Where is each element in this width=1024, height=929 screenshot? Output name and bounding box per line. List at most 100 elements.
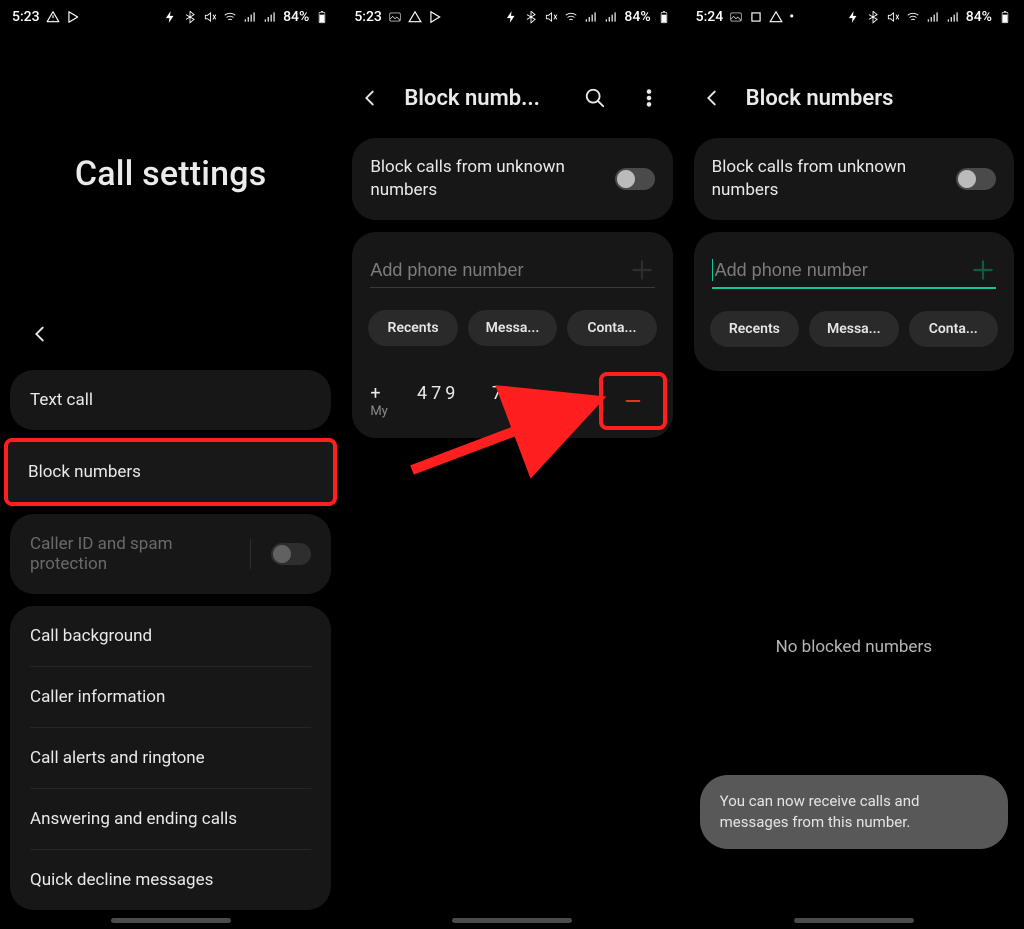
signal-icon-2 xyxy=(604,10,618,24)
bluetooth-icon xyxy=(866,10,880,24)
bluetooth-icon xyxy=(183,10,197,24)
section-block-unknown: Block calls from unknown numbers xyxy=(352,138,672,220)
pill-messages[interactable]: Messa... xyxy=(468,310,557,346)
item-label: Block calls from unknown numbers xyxy=(712,156,932,202)
status-bar: 5:23 84% xyxy=(342,0,682,34)
chevron-left-icon xyxy=(29,323,51,345)
toggle-caller-id-spam[interactable] xyxy=(271,543,311,565)
item-block-numbers-highlight: Block numbers xyxy=(8,442,333,502)
item-label: Call background xyxy=(30,626,152,646)
square-icon xyxy=(749,10,763,24)
item-label: Quick decline messages xyxy=(30,870,213,890)
page-title: Call settings xyxy=(75,154,267,194)
nav-indicator[interactable] xyxy=(111,918,231,923)
item-block-unknown[interactable]: Block calls from unknown numbers xyxy=(694,138,1014,220)
pill-recents[interactable]: Recents xyxy=(710,311,799,347)
nav-indicator[interactable] xyxy=(794,918,914,923)
section-add-number: Recents Messa... Conta... xyxy=(694,232,1014,371)
toggle-block-unknown[interactable] xyxy=(615,168,655,190)
search-icon xyxy=(584,87,606,109)
header: Block numb... xyxy=(342,64,682,132)
item-label: Call alerts and ringtone xyxy=(30,748,205,768)
status-time: 5:24 xyxy=(696,9,724,25)
volume-mute-icon xyxy=(886,10,900,24)
add-number-input[interactable] xyxy=(370,254,628,287)
more-vertical-icon xyxy=(638,87,660,109)
section-add-number: Recents Messa... Conta... + 479 7 My xyxy=(352,232,672,438)
charging-icon xyxy=(163,10,177,24)
back-button[interactable] xyxy=(692,78,732,118)
wifi-icon xyxy=(906,10,920,24)
add-number-input[interactable] xyxy=(715,254,970,287)
battery-icon xyxy=(315,10,329,24)
image-icon xyxy=(388,10,402,24)
page-title: Block numb... xyxy=(404,86,560,111)
screen-block-numbers-empty: 5:24 • 84% Block numbers Block calls fro… xyxy=(683,0,1024,929)
toast-unblocked: You can now receive calls and messages f… xyxy=(700,775,1008,849)
item-label: Text call xyxy=(30,390,93,410)
pill-recents[interactable]: Recents xyxy=(368,310,457,346)
item-label: Answering and ending calls xyxy=(30,809,237,829)
battery-percent: 84% xyxy=(966,9,992,25)
minus-icon xyxy=(622,390,644,412)
item-quick-decline[interactable]: Quick decline messages xyxy=(10,850,331,910)
screen-block-numbers-list: 5:23 84% Block numb... Block calls from … xyxy=(341,0,682,929)
source-pills: Recents Messa... Conta... xyxy=(694,297,1014,365)
pill-messages[interactable]: Messa... xyxy=(809,311,898,347)
toggle-block-unknown[interactable] xyxy=(956,168,996,190)
item-text-call[interactable]: Text call xyxy=(10,370,331,430)
play-store-icon xyxy=(66,10,80,24)
item-label: Caller ID and spam protection xyxy=(30,534,230,574)
page-title-wrap: Call settings xyxy=(0,34,341,314)
signal-icon-2 xyxy=(263,10,277,24)
battery-icon xyxy=(998,10,1012,24)
charging-icon xyxy=(846,10,860,24)
header: Block numbers xyxy=(684,64,1024,132)
pill-contacts[interactable]: Conta... xyxy=(909,311,998,347)
more-button[interactable] xyxy=(629,78,669,118)
section-block-unknown: Block calls from unknown numbers xyxy=(694,138,1014,220)
item-block-numbers[interactable]: Block numbers xyxy=(8,442,333,502)
plus-icon[interactable] xyxy=(629,257,655,283)
item-caller-id-spam[interactable]: Caller ID and spam protection xyxy=(10,514,331,594)
battery-percent: 84% xyxy=(283,9,309,25)
item-caller-information[interactable]: Caller information xyxy=(10,667,331,727)
status-time: 5:23 xyxy=(12,9,40,25)
section-caller-id: Caller ID and spam protection xyxy=(10,514,331,594)
warning-icon xyxy=(408,10,422,24)
back-button[interactable] xyxy=(350,78,390,118)
plus-icon[interactable] xyxy=(970,257,996,283)
text-cursor xyxy=(712,259,713,281)
warning-icon xyxy=(46,10,60,24)
wifi-icon xyxy=(223,10,237,24)
item-label: Block numbers xyxy=(28,462,141,482)
back-button[interactable] xyxy=(20,314,60,354)
blocked-number: + 479 7 xyxy=(370,383,506,404)
search-button[interactable] xyxy=(575,78,615,118)
add-number-row[interactable] xyxy=(712,254,996,289)
charging-icon xyxy=(504,10,518,24)
item-block-unknown[interactable]: Block calls from unknown numbers xyxy=(352,138,672,220)
more-notifications-dot: • xyxy=(789,9,794,25)
chevron-left-icon xyxy=(701,87,723,109)
status-bar: 5:23 84% xyxy=(0,0,341,34)
pill-contacts[interactable]: Conta... xyxy=(567,310,656,346)
add-number-row[interactable] xyxy=(370,254,654,288)
image-icon xyxy=(729,10,743,24)
status-bar: 5:24 • 84% xyxy=(684,0,1024,34)
bluetooth-icon xyxy=(524,10,538,24)
play-store-icon xyxy=(428,10,442,24)
remove-button[interactable] xyxy=(603,376,663,426)
section-top: Text call xyxy=(10,370,331,430)
item-answering-ending[interactable]: Answering and ending calls xyxy=(10,789,331,849)
item-label: Block calls from unknown numbers xyxy=(370,156,590,202)
chevron-left-icon xyxy=(359,87,381,109)
nav-indicator[interactable] xyxy=(452,918,572,923)
divider-vertical xyxy=(250,539,251,569)
signal-icon xyxy=(243,10,257,24)
item-call-alerts-ringtone[interactable]: Call alerts and ringtone xyxy=(10,728,331,788)
signal-icon xyxy=(926,10,940,24)
blocked-entry: + 479 7 My xyxy=(352,364,672,432)
signal-icon-2 xyxy=(946,10,960,24)
item-call-background[interactable]: Call background xyxy=(10,606,331,666)
